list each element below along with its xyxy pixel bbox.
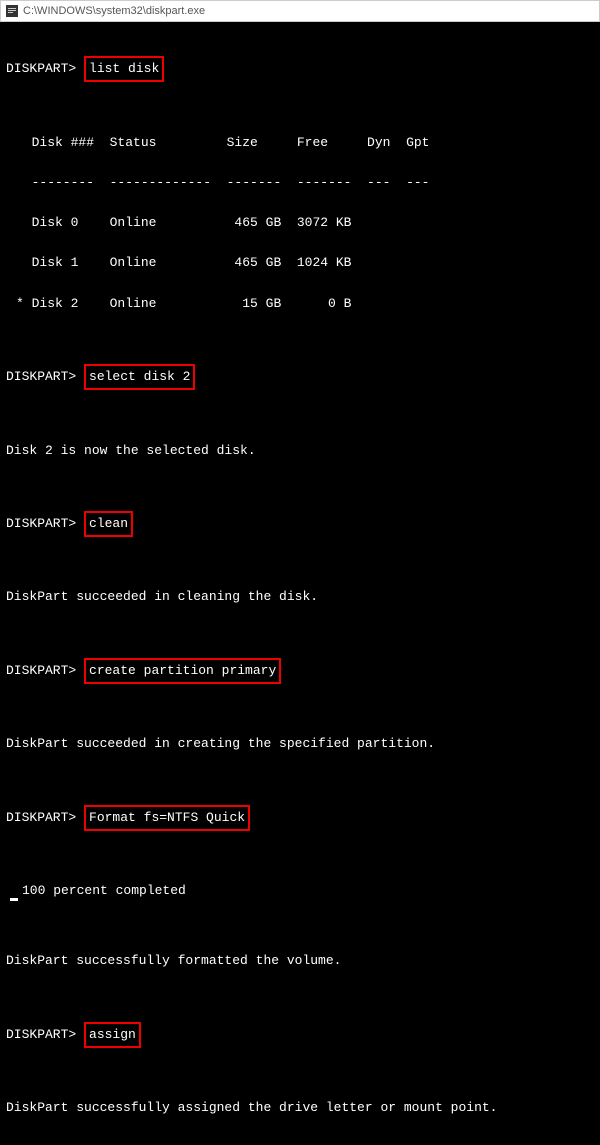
prompt-line: DISKPART> select disk 2: [6, 364, 594, 390]
prompt: DISKPART>: [6, 369, 76, 384]
command-create-partition: create partition primary: [84, 658, 281, 684]
prompt: DISKPART>: [6, 61, 76, 76]
command-list-disk: list disk: [84, 56, 164, 82]
prompt: DISKPART>: [6, 516, 76, 531]
prompt: DISKPART>: [6, 810, 76, 825]
disk-table-divider: -------- ------------- ------- ------- -…: [16, 173, 594, 193]
window-title: C:\WINDOWS\system32\diskpart.exe: [23, 5, 205, 17]
window-titlebar[interactable]: C:\WINDOWS\system32\diskpart.exe: [0, 0, 600, 22]
command-format: Format fs=NTFS Quick: [84, 805, 250, 831]
disk-table-header: Disk ### Status Size Free Dyn Gpt: [16, 133, 594, 153]
output-message: DiskPart successfully assigned the drive…: [6, 1098, 594, 1118]
prompt: DISKPART>: [6, 1027, 76, 1042]
command-select-disk: select disk 2: [84, 364, 195, 390]
table-row: * Disk 2 Online 15 GB 0 B: [16, 294, 594, 314]
prompt-line: DISKPART> clean: [6, 511, 594, 537]
command-assign: assign: [84, 1022, 141, 1048]
terminal-output[interactable]: DISKPART> list disk Disk ### Status Size…: [0, 22, 600, 1145]
output-message: DiskPart succeeded in creating the speci…: [6, 734, 594, 754]
table-row: Disk 0 Online 465 GB 3072 KB: [16, 213, 594, 233]
prompt: DISKPART>: [6, 663, 76, 678]
output-message: 100 percent completed: [6, 881, 594, 901]
prompt-line: DISKPART> Format fs=NTFS Quick: [6, 805, 594, 831]
output-message: Disk 2 is now the selected disk.: [6, 441, 594, 461]
prompt-line: DISKPART> assign: [6, 1022, 594, 1048]
prompt-line: DISKPART> create partition primary: [6, 658, 594, 684]
table-row: Disk 1 Online 465 GB 1024 KB: [16, 253, 594, 273]
prompt-line: DISKPART> list disk: [6, 56, 594, 82]
output-message: DiskPart successfully formatted the volu…: [6, 951, 594, 971]
command-clean: clean: [84, 511, 133, 537]
app-icon: [5, 4, 19, 18]
percent-text: 100 percent completed: [22, 883, 186, 898]
output-message: DiskPart succeeded in cleaning the disk.: [6, 587, 594, 607]
cursor-icon: [10, 898, 18, 901]
